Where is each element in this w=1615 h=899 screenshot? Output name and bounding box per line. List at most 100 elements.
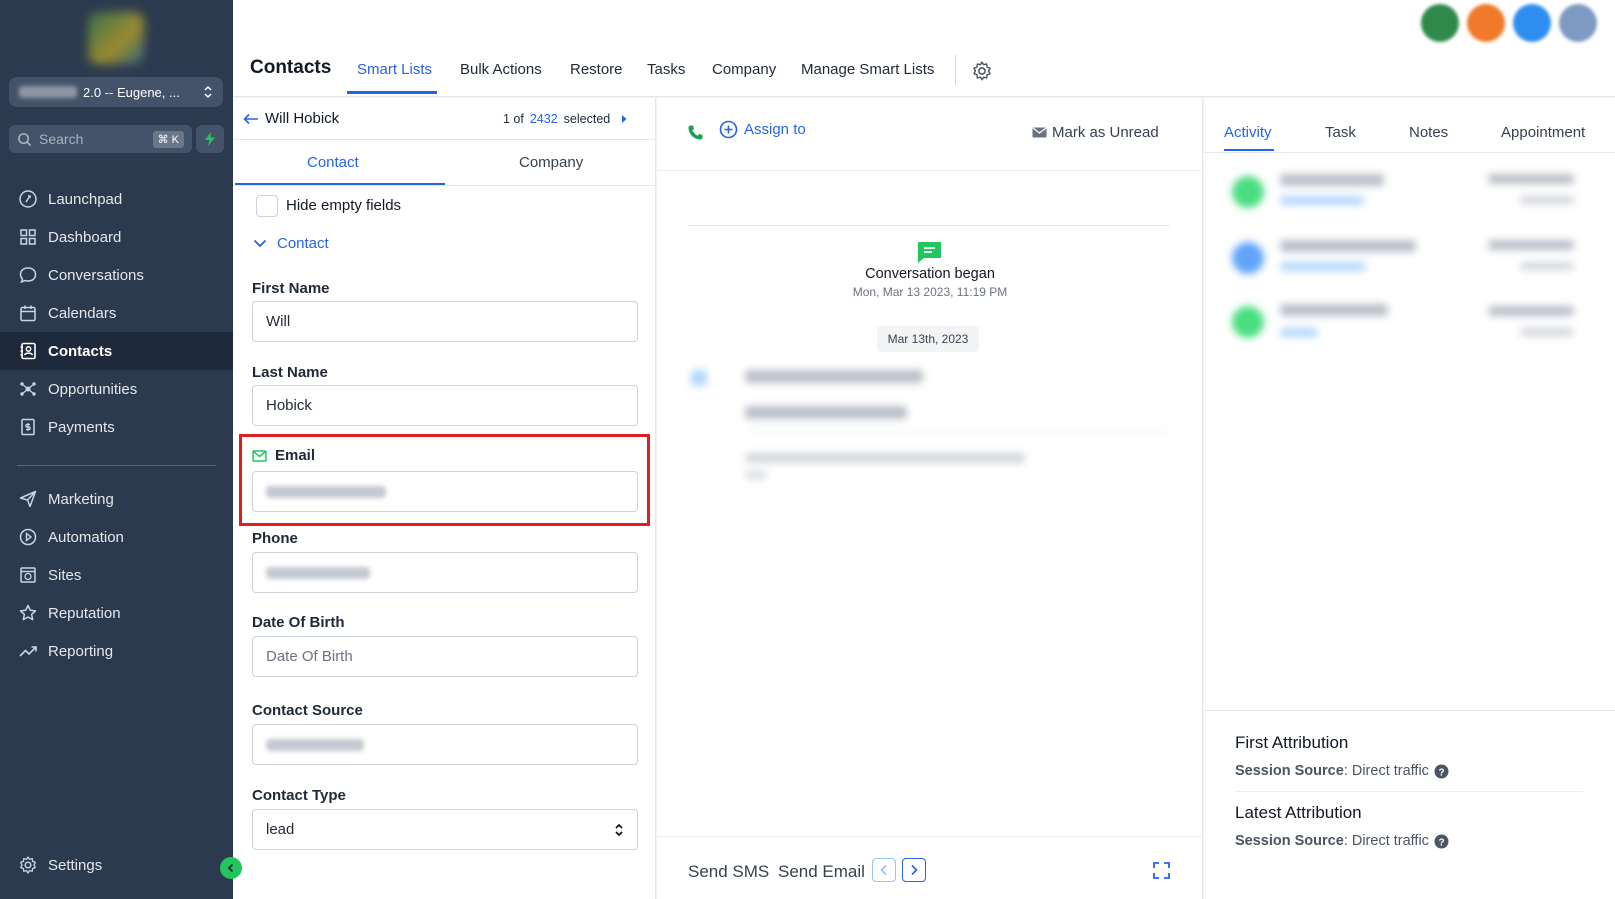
collapse-sidebar-button[interactable] xyxy=(220,857,242,879)
activity-icon-blurred xyxy=(1232,242,1264,274)
chevron-right-icon xyxy=(911,864,918,876)
sidebar-item-label: Payments xyxy=(48,418,115,436)
account-label: 2.0 -- Eugene, ... xyxy=(83,84,180,100)
tab-company[interactable]: Company xyxy=(712,61,776,78)
svg-text:?: ? xyxy=(1438,837,1444,848)
email-label-text: Email xyxy=(275,447,316,464)
contact-type-value: lead xyxy=(266,821,295,838)
phone-field[interactable] xyxy=(252,552,638,593)
tab-notes[interactable]: Notes xyxy=(1409,124,1448,141)
tab-smart-lists[interactable]: Smart Lists xyxy=(357,61,432,78)
sidebar-item-label: Launchpad xyxy=(48,190,123,208)
sidebar-divider xyxy=(17,465,216,466)
active-tab-indicator xyxy=(347,91,437,94)
tab-tasks[interactable]: Tasks xyxy=(647,61,685,78)
activity-icon-blurred xyxy=(1232,176,1264,208)
search-input[interactable]: Search ⌘ K xyxy=(9,125,192,153)
sidebar-item-marketing[interactable]: Marketing xyxy=(0,480,233,518)
header-icon-notifications[interactable] xyxy=(1467,4,1505,42)
phone-call-icon[interactable] xyxy=(687,124,704,141)
phone-value-blurred xyxy=(266,566,370,579)
sidebar-item-automation[interactable]: Automation xyxy=(0,518,233,556)
tab-bulk-actions[interactable]: Bulk Actions xyxy=(460,61,542,78)
assign-to-label: Assign to xyxy=(744,121,806,138)
latest-attribution-title: Latest Attribution xyxy=(1235,803,1362,822)
assign-to-button[interactable]: Assign to xyxy=(719,120,806,139)
sidebar-item-contacts[interactable]: Contacts xyxy=(0,332,233,370)
account-name-blurred xyxy=(19,86,77,98)
message-line-blurred xyxy=(745,453,1025,463)
tab-company-details[interactable]: Company xyxy=(519,154,583,171)
sidebar-item-sites[interactable]: Sites xyxy=(0,556,233,594)
activity-time-blurred xyxy=(1520,196,1574,204)
rocket-icon xyxy=(19,190,37,208)
first-name-field[interactable]: Will xyxy=(252,301,638,342)
sidebar-item-calendars[interactable]: Calendars xyxy=(0,294,233,332)
divider xyxy=(1204,152,1615,153)
dob-placeholder: Date Of Birth xyxy=(266,648,353,665)
sidebar-item-dashboard[interactable]: Dashboard xyxy=(0,218,233,256)
tab-contact[interactable]: Contact xyxy=(307,154,359,171)
tab-appointment[interactable]: Appointment xyxy=(1501,124,1585,141)
back-to-list-button[interactable]: Will Hobick xyxy=(243,110,339,127)
mark-as-unread-button[interactable]: Mark as Unread xyxy=(1032,124,1159,141)
sidebar-item-opportunities[interactable]: Opportunities xyxy=(0,370,233,408)
sidebar-item-settings[interactable]: Settings xyxy=(0,846,233,884)
attribution-key: Session Source xyxy=(1235,833,1344,849)
contact-source-blurred xyxy=(266,738,364,751)
tab-task[interactable]: Task xyxy=(1325,124,1356,141)
company-logo[interactable] xyxy=(88,12,144,64)
hide-empty-fields-label: Hide empty fields xyxy=(286,197,402,214)
activity-icon-blurred xyxy=(1232,306,1264,338)
tab-activity[interactable]: Activity xyxy=(1224,124,1272,141)
settings-gear-icon[interactable] xyxy=(971,60,993,82)
sites-icon xyxy=(20,567,36,583)
activity-title-blurred xyxy=(1280,174,1384,186)
activity-sub-blurred xyxy=(1280,328,1318,337)
send-sms-tab[interactable]: Send SMS xyxy=(688,862,769,882)
sidebar-item-reputation[interactable]: Reputation xyxy=(0,594,233,632)
chevron-updown-icon xyxy=(204,85,212,99)
sidebar-item-conversations[interactable]: Conversations xyxy=(0,256,233,294)
phone-label: Phone xyxy=(252,530,298,547)
hide-empty-fields-checkbox[interactable] xyxy=(256,195,278,217)
contact-type-select[interactable]: lead xyxy=(252,809,638,850)
activity-date-blurred xyxy=(1488,306,1574,316)
scroll-left-button[interactable] xyxy=(872,858,896,882)
tab-manage-smart-lists[interactable]: Manage Smart Lists xyxy=(801,61,934,78)
tab-restore[interactable]: Restore xyxy=(570,61,623,78)
help-circle-icon[interactable]: ? xyxy=(1434,764,1449,779)
counter-suffix: selected xyxy=(563,112,611,126)
header-icon-help[interactable] xyxy=(1513,4,1551,42)
last-name-field[interactable]: Hobick xyxy=(252,385,638,426)
expand-icon[interactable] xyxy=(1153,862,1170,879)
activity-title-blurred xyxy=(1280,240,1416,252)
quick-actions-button[interactable] xyxy=(196,125,224,153)
scroll-right-button[interactable] xyxy=(902,858,926,882)
sidebar-item-payments[interactable]: Payments xyxy=(0,408,233,446)
message-icon xyxy=(918,242,941,263)
conversation-panel: Assign to Mark as Unread Conversation be… xyxy=(657,98,1203,899)
sidebar-item-reporting[interactable]: Reporting xyxy=(0,632,233,670)
send-icon xyxy=(19,490,37,508)
next-record-icon[interactable] xyxy=(620,114,628,124)
activity-sub-blurred xyxy=(1280,262,1366,271)
sidebar-item-launchpad[interactable]: Launchpad xyxy=(0,180,233,218)
divider xyxy=(688,225,1170,226)
help-circle-icon[interactable]: ? xyxy=(1434,834,1449,849)
avatar[interactable] xyxy=(1559,4,1597,42)
header-icon-phone[interactable] xyxy=(1421,4,1459,42)
activity-title-blurred xyxy=(1280,304,1388,316)
contact-source-field[interactable] xyxy=(252,724,638,765)
date-of-birth-field[interactable]: Date Of Birth xyxy=(252,636,638,677)
email-field[interactable] xyxy=(252,471,638,512)
counter-total[interactable]: 2432 xyxy=(530,112,558,126)
sidebar-item-label: Opportunities xyxy=(48,380,138,398)
send-email-tab[interactable]: Send Email xyxy=(778,862,865,882)
contact-section-toggle[interactable]: Contact xyxy=(253,235,329,252)
contact-detail-panel: Will Hobick 1 of 2432 selected Contact C… xyxy=(233,98,656,899)
first-name-value: Will xyxy=(266,313,291,330)
grid-icon xyxy=(20,229,36,245)
opportunities-icon xyxy=(20,382,36,396)
account-switcher[interactable]: 2.0 -- Eugene, ... xyxy=(9,77,223,107)
